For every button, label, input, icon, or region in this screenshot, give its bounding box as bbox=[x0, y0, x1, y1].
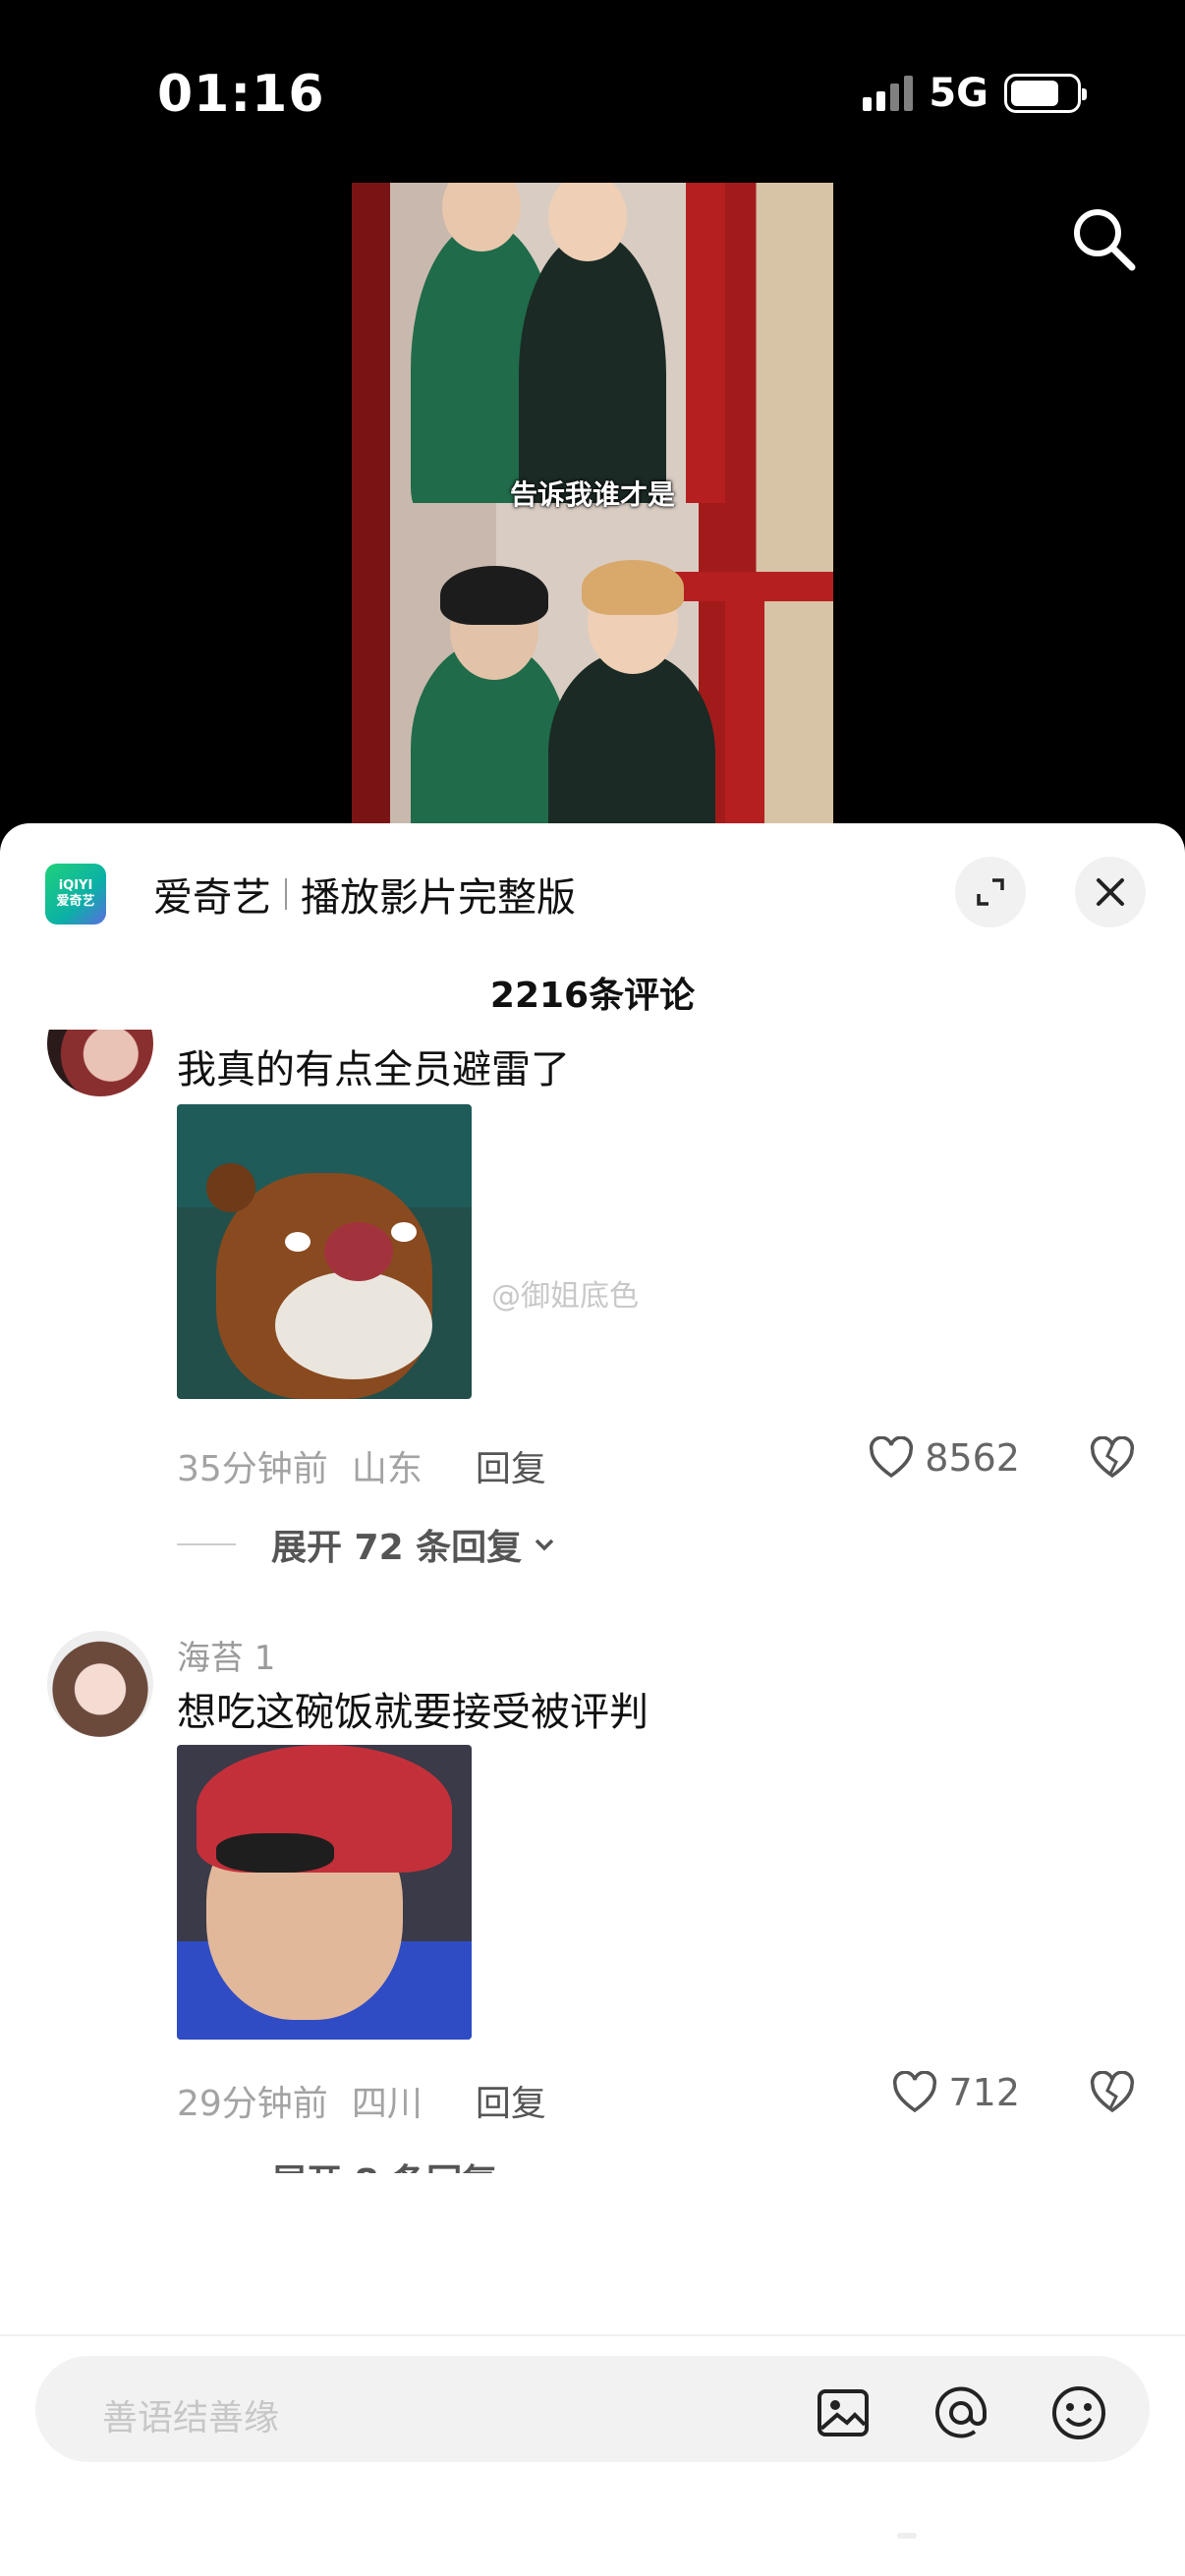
comment-time: 29分钟前 bbox=[177, 2084, 328, 2124]
expand-button[interactable] bbox=[955, 857, 1026, 927]
signal-icon bbox=[863, 76, 914, 111]
screen: 01:16 5G 告诉我谁才是 iQIYI 爱奇艺 爱奇艺 播放影片完整版 22… bbox=[0, 0, 1185, 2576]
close-button[interactable] bbox=[1075, 857, 1146, 927]
chevron-down-icon bbox=[535, 1539, 554, 1551]
like-button[interactable]: 8562 bbox=[868, 1436, 1020, 1480]
video-frame-top bbox=[352, 183, 833, 503]
watermark: @御姐底色 bbox=[491, 1279, 639, 1314]
comment-list[interactable]: 我真的有点全员避雷了 35分钟前 山东 回复 8562 展开 72 条回复 @御… bbox=[0, 1030, 1185, 2173]
logo-text-top: iQIYI bbox=[58, 878, 93, 893]
comment-input-bar: 善语结善缘 bbox=[0, 2334, 1185, 2576]
expand-replies-label: 展开 8 条回复 bbox=[271, 2154, 497, 2173]
divider-line bbox=[177, 1543, 236, 1545]
chevron-down-icon bbox=[505, 2164, 535, 2173]
divider bbox=[285, 878, 287, 910]
comment-count: 2216条评论 bbox=[489, 976, 696, 1016]
bear-meme-image[interactable] bbox=[177, 1104, 472, 1399]
reply-button[interactable]: 回复 bbox=[476, 1440, 546, 1491]
play-full-version-link[interactable]: 播放影片完整版 bbox=[301, 866, 576, 923]
comment-item: 海苔 1 想吃这碗饭就要接受被评判 29分钟前 四川 回复 712 bbox=[0, 1631, 1185, 2173]
comment-location: 四川 bbox=[351, 2084, 423, 2124]
broken-heart-icon[interactable] bbox=[1089, 2071, 1136, 2114]
app-name[interactable]: 爱奇艺 bbox=[153, 866, 271, 923]
comment-location: 山东 bbox=[351, 1449, 423, 1489]
emoji-icon[interactable] bbox=[1049, 2383, 1108, 2442]
like-count: 8562 bbox=[925, 1436, 1020, 1480]
video-player[interactable]: 告诉我谁才是 bbox=[352, 183, 833, 823]
comment-meta: 35分钟前 山东 回复 bbox=[177, 1440, 546, 1491]
search-icon[interactable] bbox=[1069, 204, 1138, 273]
like-button[interactable]: 712 bbox=[891, 2071, 1020, 2114]
expand-replies-button[interactable]: 展开 8 条回复 bbox=[177, 2154, 535, 2173]
expand-replies-button[interactable]: 展开 72 条回复 bbox=[177, 1519, 559, 1570]
close-icon bbox=[1097, 878, 1124, 906]
status-time: 01:16 bbox=[157, 65, 325, 124]
man-red-cap-meme-image[interactable] bbox=[177, 1745, 472, 2040]
expand-icon bbox=[977, 878, 1004, 906]
comment-input[interactable]: 善语结善缘 bbox=[35, 2356, 1150, 2462]
battery-icon bbox=[1004, 74, 1087, 113]
network-label: 5G bbox=[929, 71, 988, 116]
broken-heart-icon[interactable] bbox=[1089, 1436, 1136, 1480]
status-icons: 5G bbox=[863, 71, 1087, 116]
video-frame-bottom bbox=[352, 503, 833, 823]
avatar[interactable] bbox=[47, 1631, 153, 1737]
comment-time: 35分钟前 bbox=[177, 1449, 328, 1489]
comment-input-placeholder: 善语结善缘 bbox=[102, 2398, 280, 2438]
sheet-header: iQIYI 爱奇艺 爱奇艺 播放影片完整版 bbox=[45, 857, 1146, 927]
reply-button[interactable]: 回复 bbox=[476, 2075, 546, 2126]
image-icon[interactable] bbox=[814, 2383, 873, 2442]
expand-replies-label: 展开 72 条回复 bbox=[271, 1528, 523, 1568]
comment-text: 想吃这碗饭就要接受被评判 bbox=[177, 1690, 649, 1735]
comment-text: 我真的有点全员避雷了 bbox=[177, 1047, 570, 1092]
avatar[interactable] bbox=[47, 1030, 153, 1096]
heart-icon bbox=[870, 1436, 914, 1479]
home-indicator bbox=[897, 2533, 917, 2539]
at-icon[interactable] bbox=[931, 2383, 990, 2442]
comment-username[interactable]: 海苔 1 bbox=[177, 1631, 275, 1679]
comments-sheet: iQIYI 爱奇艺 爱奇艺 播放影片完整版 2216条评论 我真的有点全员避雷了… bbox=[0, 823, 1185, 2576]
logo-text-bottom: 爱奇艺 bbox=[56, 894, 95, 909]
comment-meta: 29分钟前 四川 回复 bbox=[177, 2075, 546, 2126]
heart-icon bbox=[893, 2071, 937, 2113]
iqiyi-logo[interactable]: iQIYI 爱奇艺 bbox=[45, 864, 106, 924]
video-subtitle: 告诉我谁才是 bbox=[509, 478, 675, 511]
like-count: 712 bbox=[948, 2071, 1020, 2114]
